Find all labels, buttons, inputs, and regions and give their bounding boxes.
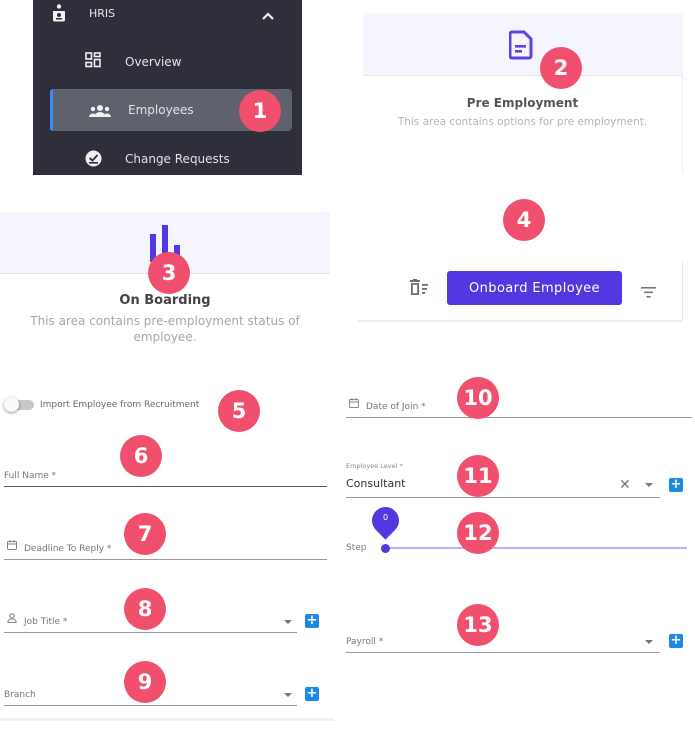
filter-icon[interactable] (641, 283, 656, 302)
callout-badge: 11 (457, 455, 499, 497)
callout-badge: 2 (540, 47, 582, 89)
branch-label: Branch (4, 690, 36, 700)
employee-badge-icon (52, 4, 66, 26)
callout-badge: 7 (124, 513, 166, 555)
import-employee-toggle[interactable] (4, 397, 34, 412)
people-icon (89, 103, 111, 122)
sidebar-item-label: Employees (128, 103, 194, 117)
step-slider-value: 0 (382, 513, 389, 522)
job-title-label: Job Title * (24, 617, 68, 627)
callout-badge: 10 (457, 377, 499, 419)
calendar-icon (349, 393, 359, 412)
date-of-join-field[interactable]: Date of Join * (346, 398, 692, 418)
add-job-title-button[interactable]: + (305, 614, 319, 628)
callout-badge: 13 (457, 604, 499, 646)
divider (0, 718, 334, 721)
delete-list-icon[interactable] (409, 279, 429, 301)
callout-badge: 8 (124, 588, 166, 630)
onboarding-toolbar: Onboard Employee (357, 262, 683, 322)
sidebar: HRIS Overview Employees Change Requests (33, 0, 302, 175)
full-name-field[interactable]: Full Name * (4, 467, 327, 487)
sidebar-section-hris[interactable]: HRIS (33, 0, 302, 30)
sidebar-item-label: Overview (125, 55, 182, 69)
callout-badge: 6 (120, 435, 162, 477)
payroll-label: Payroll * (346, 637, 384, 647)
callout-badge: 12 (457, 512, 499, 554)
full-name-label: Full Name * (4, 471, 57, 481)
callout-badge: 1 (239, 90, 281, 132)
dropdown-caret-icon[interactable] (645, 640, 653, 644)
card-title: Pre Employment (466, 96, 579, 110)
callout-badge: 9 (124, 661, 166, 703)
card-subtitle: This area contains options for pre emplo… (397, 116, 648, 128)
document-icon (508, 30, 533, 64)
step-slider-track[interactable] (385, 547, 687, 549)
calendar-icon (7, 535, 17, 554)
step-slider-thumb[interactable] (381, 544, 390, 553)
callout-badge: 4 (503, 199, 545, 241)
dropdown-caret-icon[interactable] (284, 620, 292, 624)
callout-badge: 5 (218, 390, 260, 432)
sidebar-item-overview[interactable]: Overview (33, 41, 302, 83)
pre-employment-card[interactable]: Pre Employment This area contains option… (363, 13, 683, 173)
dropdown-caret-icon[interactable] (284, 693, 292, 697)
dashboard-icon (85, 52, 101, 72)
dropdown-caret-icon[interactable] (645, 483, 653, 487)
person-icon (7, 608, 17, 627)
payroll-select[interactable]: Payroll * (346, 633, 660, 653)
step-label: Step (346, 543, 367, 553)
card-title: On Boarding (119, 293, 211, 308)
sidebar-item-change-requests[interactable]: Change Requests (33, 140, 302, 182)
card-subtitle: This area contains pre-employment status… (30, 314, 300, 344)
sidebar-item-label: Change Requests (125, 152, 230, 166)
sidebar-section-label: HRIS (89, 7, 116, 20)
callout-badge: 3 (148, 252, 190, 294)
deadline-label: Deadline To Reply * (24, 544, 112, 554)
toggle-knob (4, 397, 19, 412)
card-header (363, 13, 683, 76)
add-branch-button[interactable]: + (305, 687, 319, 701)
chevron-up-icon[interactable] (261, 6, 275, 25)
employee-level-label: Employee Level * (346, 462, 403, 470)
import-toggle-label: Import Employee from Recruitment (40, 400, 200, 410)
onboard-employee-button[interactable]: Onboard Employee (447, 271, 622, 305)
clear-icon[interactable]: ✕ (619, 478, 631, 492)
date-of-join-label: Date of Join * (366, 402, 426, 412)
add-employee-level-button[interactable]: + (669, 478, 683, 492)
add-payroll-button[interactable]: + (669, 634, 683, 648)
employee-level-value: Consultant (346, 477, 406, 490)
deadline-to-reply-field[interactable]: Deadline To Reply * (4, 540, 327, 560)
check-circle-icon (85, 150, 102, 171)
employee-level-select[interactable]: Consultant ✕ (346, 476, 660, 498)
